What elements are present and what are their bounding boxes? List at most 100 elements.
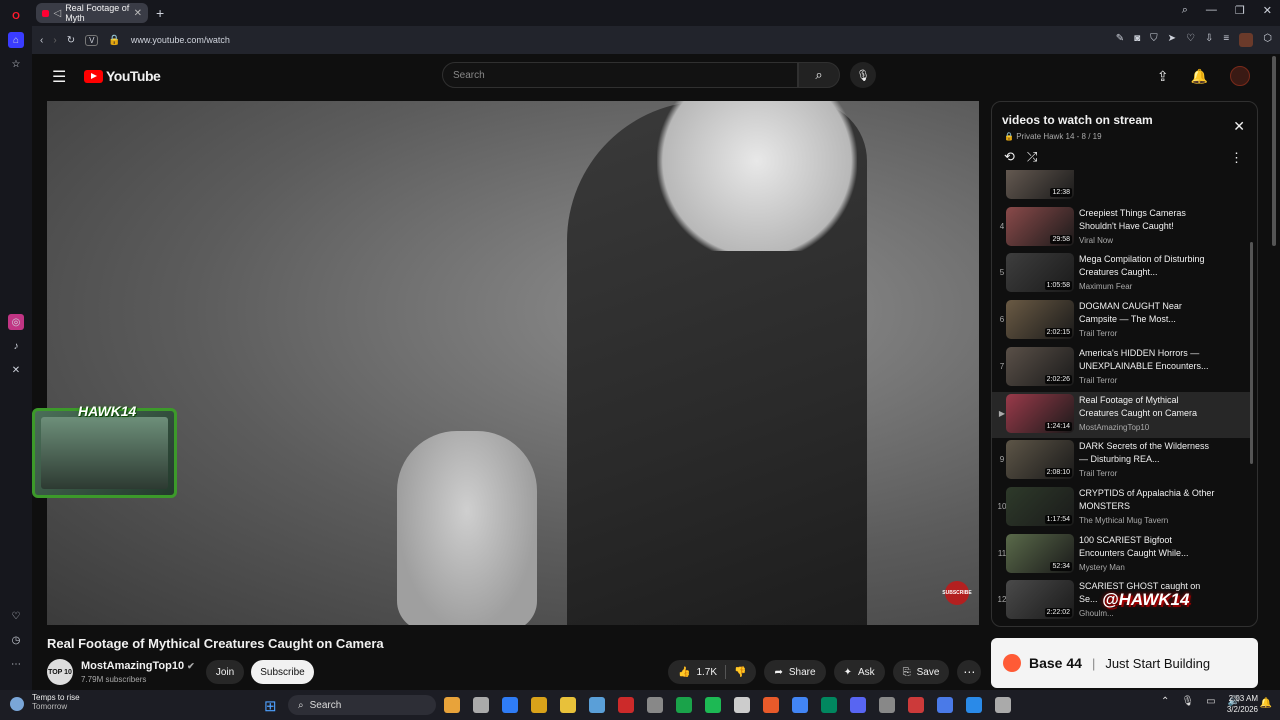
channel-watermark[interactable]: SUBSCRIBE — [942, 581, 972, 605]
youtube-logo[interactable]: YouTube — [84, 68, 161, 84]
playlist-item[interactable]: SCARI... — [992, 625, 1250, 626]
playlist-item-title[interactable]: Mega Compilation of Disturbing Creatures… — [1079, 253, 1217, 279]
taskbar-app-icon[interactable] — [618, 697, 634, 713]
star-icon[interactable]: ☆ — [8, 56, 24, 72]
notifications-bell-icon[interactable]: 🔔 — [1191, 68, 1208, 85]
taskbar-app-icon[interactable] — [966, 697, 982, 713]
x-icon[interactable]: ✕ — [8, 362, 24, 378]
playlist-item[interactable]: 11 52:34 100 SCARIEST Bigfoot Encounters C… — [992, 532, 1250, 578]
taskbar-app-icon[interactable] — [560, 697, 576, 713]
channel-name[interactable]: MostAmazingTop10 ✔ — [81, 660, 195, 672]
playlist-item-channel[interactable]: Maximum Fear — [1079, 282, 1217, 291]
playlist-item[interactable]: 10 1:17:54 CRYPTIDS of Appalachia & Other … — [992, 485, 1250, 531]
playlist-item-title[interactable]: CRYPTIDS of Appalachia & Other MONSTERS — [1079, 487, 1217, 513]
heart-icon[interactable]: ♡ — [8, 608, 24, 624]
taskbar-app-icon[interactable] — [502, 697, 518, 713]
taskbar-app-icon[interactable] — [995, 697, 1011, 713]
taskbar-app-icon[interactable] — [676, 697, 692, 713]
taskbar-app-icon[interactable] — [734, 697, 750, 713]
shield-icon[interactable]: ⛉ — [1150, 33, 1158, 47]
playlist-item[interactable]: 6 2:02:15 DOGMAN CAUGHT Near Campsite — Th… — [992, 298, 1250, 344]
camera-icon[interactable]: ◙ — [1134, 33, 1140, 47]
playlist-item-title[interactable]: Creepiest Things Cameras Shouldn't Have … — [1079, 207, 1217, 233]
search-button[interactable]: ⌕ — [798, 62, 840, 88]
forward-icon[interactable]: › — [53, 35, 56, 46]
taskbar-app-icon[interactable] — [444, 697, 460, 713]
send-icon[interactable]: ➤ — [1168, 33, 1176, 47]
notifications-icon[interactable]: 🔔 — [1260, 698, 1272, 709]
reload-icon[interactable]: ↻ — [67, 35, 75, 46]
hamburger-menu-icon[interactable]: ☰ — [52, 67, 66, 87]
playlist-item-thumbnail[interactable]: 29:58 — [1006, 206, 1074, 246]
mute-icon[interactable]: ◁ — [53, 8, 61, 19]
playlist-item-thumbnail[interactable]: 1:24:14 — [1006, 393, 1074, 433]
ask-button[interactable]: ✦ Ask — [833, 660, 885, 684]
taskbar-app-icon[interactable] — [647, 697, 663, 713]
playlist-item-thumbnail[interactable]: 2:02:26 — [1006, 346, 1074, 386]
instagram-icon[interactable]: ◎ — [8, 314, 24, 330]
close-playlist-icon[interactable]: ✕ — [1233, 118, 1245, 135]
taskbar-app-icon[interactable] — [705, 697, 721, 713]
playlist-item-thumbnail[interactable]: 1:05:58 — [1006, 253, 1074, 293]
like-count[interactable]: 1.7K — [696, 667, 717, 678]
taskbar-search[interactable]: ⌕ Search — [288, 695, 436, 715]
playlist-item-thumbnail[interactable]: 12:38 — [1006, 170, 1074, 199]
taskbar-app-icon[interactable] — [937, 697, 953, 713]
taskbar-app-icon[interactable] — [763, 697, 779, 713]
playlist-item-channel[interactable]: The Mythical Mug Tavern — [1079, 516, 1217, 525]
channel-avatar[interactable]: TOP 10 — [47, 659, 73, 685]
taskbar-app-icon[interactable] — [589, 697, 605, 713]
lock-icon[interactable]: 🔒 — [108, 35, 120, 46]
like-icon[interactable]: 👍 — [678, 667, 690, 678]
playlist-item[interactable]: 7 2:02:26 America's HIDDEN Horrors — UNEXP… — [992, 345, 1250, 391]
playlist-scrollbar[interactable] — [1250, 242, 1253, 464]
search-input[interactable]: Search — [442, 62, 798, 88]
playlist-item[interactable]: ▶ 1:24:14 Real Footage of Mythical Creatur… — [992, 391, 1250, 438]
sponsored-ad[interactable]: Base 44 | Just Start Building — [991, 638, 1258, 688]
chevron-up-icon[interactable]: ⌃ — [1161, 696, 1169, 707]
taskbar-app-icon[interactable] — [531, 697, 547, 713]
save-button[interactable]: ⎘ Save — [892, 660, 950, 684]
site-badge[interactable]: V — [85, 34, 99, 46]
loop-icon[interactable]: ⟲ — [1004, 149, 1015, 165]
shuffle-icon[interactable]: ⤮ — [1027, 149, 1037, 165]
opera-logo-icon[interactable]: O — [8, 8, 24, 24]
playlist-item-channel[interactable]: Mystery Man — [1079, 563, 1217, 572]
taskbar-app-icon[interactable] — [850, 697, 866, 713]
playlist-item-channel[interactable]: Trail Terror — [1079, 376, 1217, 385]
page-scrollbar[interactable] — [1270, 56, 1278, 256]
windows-start-icon[interactable]: ⊞ — [264, 697, 277, 715]
profile-icon[interactable] — [1239, 33, 1254, 47]
new-tab-icon[interactable]: + — [156, 5, 164, 21]
playlist-item-thumbnail[interactable]: 52:34 — [1006, 533, 1074, 573]
menu-icon[interactable]: ≡ — [1223, 33, 1229, 47]
more-icon[interactable]: ⋯ — [8, 656, 24, 672]
playlist-item[interactable]: 12:38TheTopMan 2.0 — [992, 170, 1250, 204]
search-tabs-icon[interactable]: ⌕ — [1182, 4, 1188, 17]
edit-icon[interactable]: ✎ — [1116, 33, 1124, 47]
scrollbar-thumb[interactable] — [1272, 56, 1276, 246]
playlist-menu-icon[interactable]: ⋮ — [1230, 150, 1243, 166]
playlist-item[interactable]: 4 29:58 Creepiest Things Cameras Shouldn't… — [992, 205, 1250, 251]
share-button[interactable]: ➦ Share — [764, 660, 826, 684]
playlist-item-title[interactable]: 100 SCARIEST Bigfoot Encounters Caught W… — [1079, 534, 1217, 560]
playlist-item[interactable]: 5 1:05:58 Mega Compilation of Disturbing C… — [992, 251, 1250, 297]
playlist-item-title[interactable]: DARK Secrets of the Wilderness — Disturb… — [1079, 440, 1217, 466]
history-icon[interactable]: ◷ — [8, 632, 24, 648]
heart-icon[interactable]: ♡ — [1186, 33, 1195, 47]
maximize-icon[interactable]: ❐ — [1235, 4, 1245, 17]
download-icon[interactable]: ⇩ — [1205, 33, 1213, 47]
playlist-item-thumbnail[interactable]: 2:02:15 — [1006, 300, 1074, 340]
taskbar-app-icon[interactable] — [908, 697, 924, 713]
taskbar-app-icon[interactable] — [821, 697, 837, 713]
playlist-item-channel[interactable]: Trail Terror — [1079, 469, 1217, 478]
playlist-item[interactable]: 9 2:08:10 DARK Secrets of the Wilderness —… — [992, 438, 1250, 484]
tab-close-icon[interactable]: ✕ — [134, 8, 142, 19]
taskbar-app-icon[interactable] — [792, 697, 808, 713]
home-icon[interactable]: ⌂ — [8, 32, 24, 48]
back-icon[interactable]: ‹ — [40, 35, 43, 46]
display-icon[interactable]: ▭ — [1206, 696, 1215, 707]
playlist-item-title[interactable]: DOGMAN CAUGHT Near Campsite — The Most..… — [1079, 300, 1217, 326]
more-actions-button[interactable]: ⋯ — [957, 660, 982, 684]
playlist-item-title[interactable]: America's HIDDEN Horrors — UNEXPLAINABLE… — [1079, 347, 1217, 373]
